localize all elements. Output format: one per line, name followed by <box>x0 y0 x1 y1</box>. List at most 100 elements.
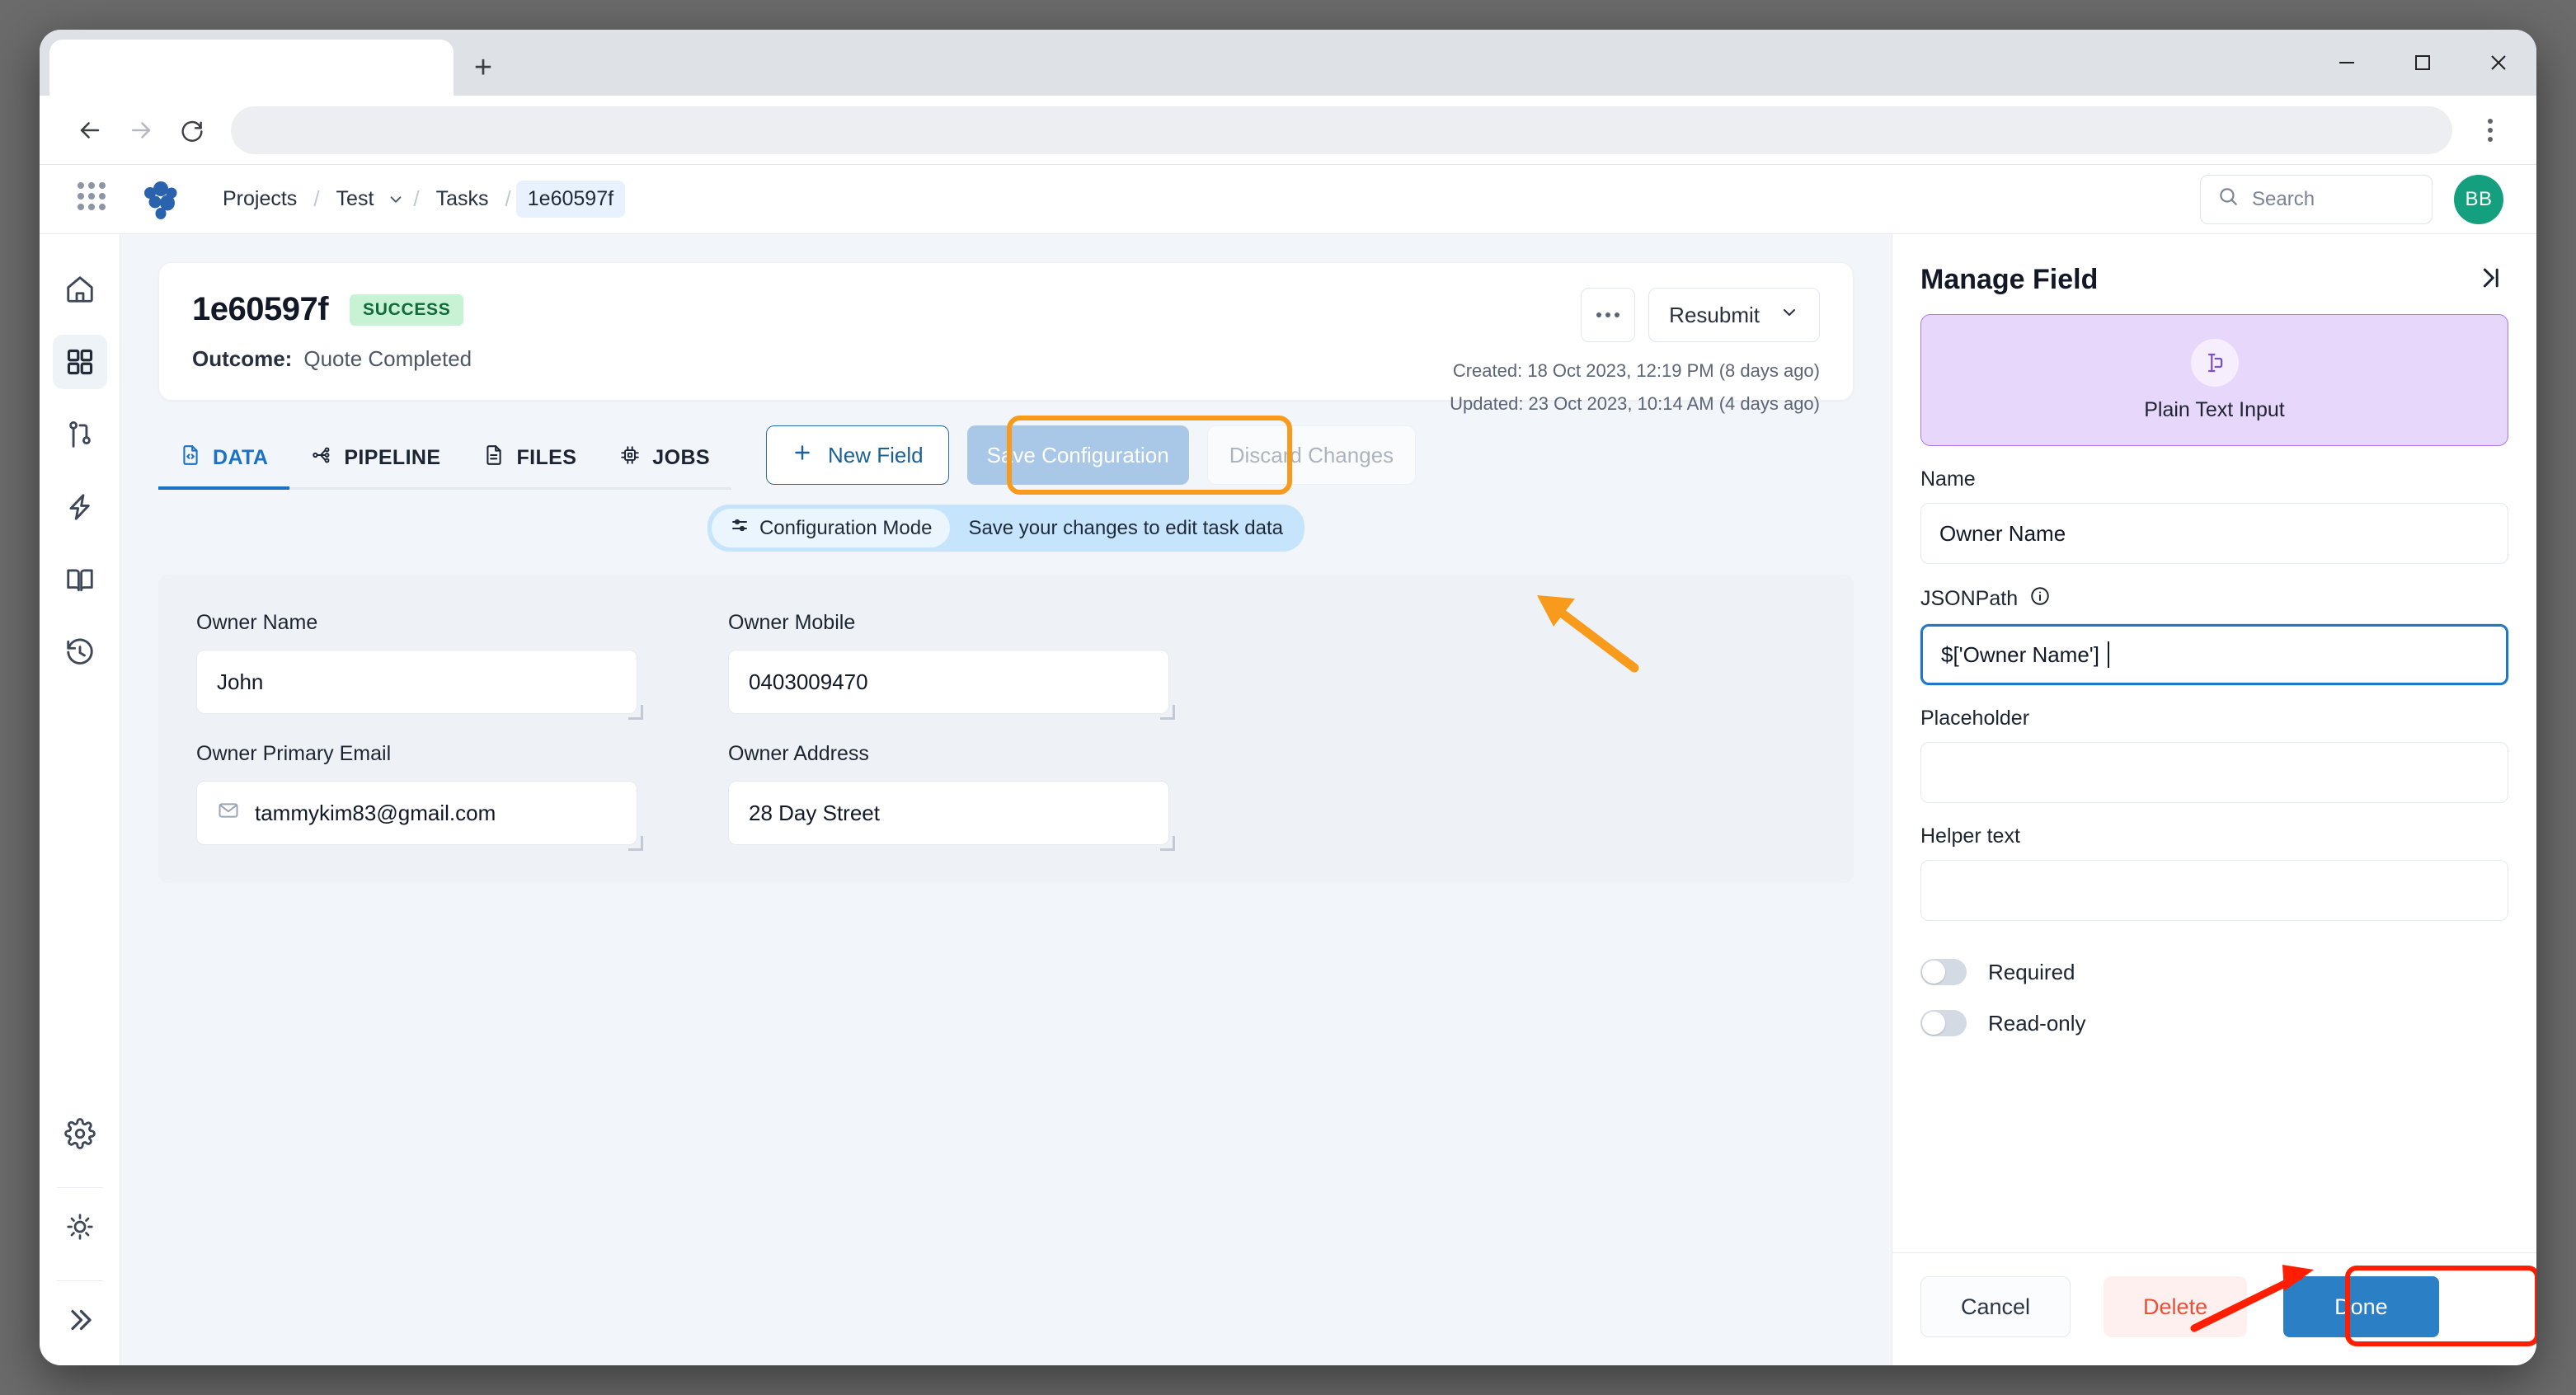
owner-name-input[interactable]: John <box>196 650 637 714</box>
panel-header: Manage Field <box>1892 234 2536 314</box>
pipeline-nodes-icon <box>311 444 332 472</box>
jsonpath-input[interactable]: $['Owner Name'] <box>1920 624 2508 685</box>
breadcrumb-item-tasks[interactable]: Tasks <box>425 181 501 218</box>
sidebar-item-expand[interactable] <box>53 1293 107 1347</box>
sidebar-item-dashboard[interactable] <box>53 335 107 389</box>
helper-text-label-text: Helper text <box>1920 824 2020 848</box>
search-icon <box>2217 186 2239 213</box>
new-tab-label: + <box>474 52 492 83</box>
tab-jobs[interactable]: JOBS <box>598 444 731 490</box>
tab-jobs-label: JOBS <box>652 446 710 470</box>
task-data-panel: Owner Name John Owner Mobile 0403009470 <box>158 575 1854 883</box>
sidebar-item-settings[interactable] <box>53 1106 107 1161</box>
field-owner-name: Owner Name John <box>196 611 637 714</box>
chevron-down-icon <box>1779 303 1799 328</box>
field-label: Owner Address <box>728 742 1169 766</box>
jsonpath-value: $['Owner Name'] <box>1941 642 2099 668</box>
placeholder-label: Placeholder <box>1920 707 2508 730</box>
resubmit-button[interactable]: Resubmit <box>1648 288 1820 342</box>
sidebar-divider <box>57 1280 103 1281</box>
helper-text-input[interactable] <box>1920 860 2508 921</box>
updated-timestamp: Updated: 23 Oct 2023, 10:14 AM (4 days a… <box>1450 393 1820 415</box>
tab-pipeline-label: PIPELINE <box>344 446 440 470</box>
configuration-pill: Configuration Mode Save your changes to … <box>707 505 1304 552</box>
discard-changes-button[interactable]: Discard Changes <box>1207 425 1416 485</box>
owner-mobile-input[interactable]: 0403009470 <box>728 650 1169 714</box>
breadcrumb-item-current[interactable]: 1e60597f <box>516 181 625 218</box>
readonly-toggle[interactable] <box>1920 1010 1967 1036</box>
cancel-button[interactable]: Cancel <box>1920 1276 2071 1337</box>
new-field-button[interactable]: New Field <box>766 425 949 485</box>
avatar-initials: BB <box>2465 188 2492 211</box>
browser-menu-button[interactable] <box>2469 106 2512 155</box>
minimize-button[interactable] <box>2309 30 2385 96</box>
more-options-button[interactable] <box>1581 288 1635 342</box>
sidebar-item-history[interactable] <box>53 625 107 679</box>
tabs-row: DATA PIPELINE FILES <box>158 425 1854 490</box>
file-code-icon <box>180 444 201 472</box>
field-type-card[interactable]: Plain Text Input <box>1920 314 2508 446</box>
back-button[interactable] <box>64 105 115 156</box>
page-title: 1e60597f <box>192 291 328 328</box>
sidebar-item-pipelines[interactable] <box>53 407 107 462</box>
placeholder-input[interactable] <box>1920 742 2508 803</box>
owner-primary-email-input[interactable]: tammykim83@gmail.com <box>196 781 637 845</box>
url-input[interactable] <box>231 106 2452 154</box>
resize-grip[interactable] <box>1160 836 1175 851</box>
sidebar-item-home[interactable] <box>53 262 107 317</box>
owner-address-input[interactable]: 28 Day Street <box>728 781 1169 845</box>
search-input[interactable]: Search <box>2200 175 2433 224</box>
name-input[interactable]: Owner Name <box>1920 503 2508 564</box>
tab-files[interactable]: FILES <box>462 444 598 490</box>
toggle-list: Required Read-only <box>1920 959 2508 1036</box>
file-icon <box>483 444 505 472</box>
info-icon[interactable] <box>2029 585 2051 613</box>
close-button[interactable] <box>2461 30 2536 96</box>
browser-tab-strip: + <box>40 30 2536 96</box>
resize-grip[interactable] <box>628 705 643 720</box>
forward-button[interactable] <box>115 105 167 156</box>
tab-data[interactable]: DATA <box>158 444 289 490</box>
reload-button[interactable] <box>167 105 218 156</box>
avatar[interactable]: BB <box>2454 175 2503 224</box>
resize-grip[interactable] <box>1160 705 1175 720</box>
chevron-down-icon[interactable] <box>385 190 408 209</box>
field-owner-primary-email: Owner Primary Email tammykim83@gmail.com <box>196 742 637 845</box>
save-configuration-label: Save Configuration <box>987 443 1169 468</box>
done-label: Done <box>2334 1294 2388 1320</box>
field-value: John <box>217 669 263 695</box>
resize-grip[interactable] <box>628 836 643 851</box>
delete-button[interactable]: Delete <box>2104 1276 2247 1337</box>
field-value: 28 Day Street <box>749 801 880 826</box>
sidebar-item-automations[interactable] <box>53 480 107 534</box>
configuration-banner-message: Save your changes to edit task data <box>950 517 1283 540</box>
done-button[interactable]: Done <box>2283 1276 2439 1337</box>
collapse-right-icon[interactable] <box>2475 264 2503 296</box>
required-toggle-row: Required <box>1920 959 2508 985</box>
breadcrumb-separator: / <box>501 186 516 212</box>
tab-pipeline[interactable]: PIPELINE <box>289 444 462 490</box>
outcome-label: Outcome: <box>192 346 292 372</box>
ellipsis-icon <box>1596 312 1619 317</box>
field-value: tammykim83@gmail.com <box>255 801 496 826</box>
hexagon-cluster-logo[interactable] <box>139 177 183 222</box>
grid-apps-icon[interactable] <box>78 182 112 217</box>
sidebar-item-theme[interactable] <box>53 1200 107 1254</box>
new-tab-button[interactable]: + <box>454 40 513 96</box>
field-label: Owner Primary Email <box>196 742 637 766</box>
breadcrumb-separator: / <box>408 186 424 212</box>
save-configuration-button[interactable]: Save Configuration <box>967 425 1189 485</box>
readonly-toggle-row: Read-only <box>1920 1010 2508 1036</box>
resubmit-label: Resubmit <box>1669 303 1760 328</box>
browser-tab[interactable] <box>49 40 454 96</box>
cancel-label: Cancel <box>1961 1294 2030 1320</box>
sidebar-item-docs[interactable] <box>53 552 107 607</box>
field-owner-address: Owner Address 28 Day Street <box>728 742 1169 845</box>
task-summary-card: 1e60597f SUCCESS Outcome: Quote Complete… <box>158 262 1854 401</box>
breadcrumb-item-projects[interactable]: Projects <box>211 181 308 218</box>
text-input-icon <box>2191 339 2239 387</box>
maximize-button[interactable] <box>2385 30 2461 96</box>
breadcrumb-item-test[interactable]: Test <box>325 181 386 218</box>
required-toggle[interactable] <box>1920 959 1967 985</box>
app-header: Projects / Test / Tasks / 1e60597f Searc… <box>40 165 2536 234</box>
